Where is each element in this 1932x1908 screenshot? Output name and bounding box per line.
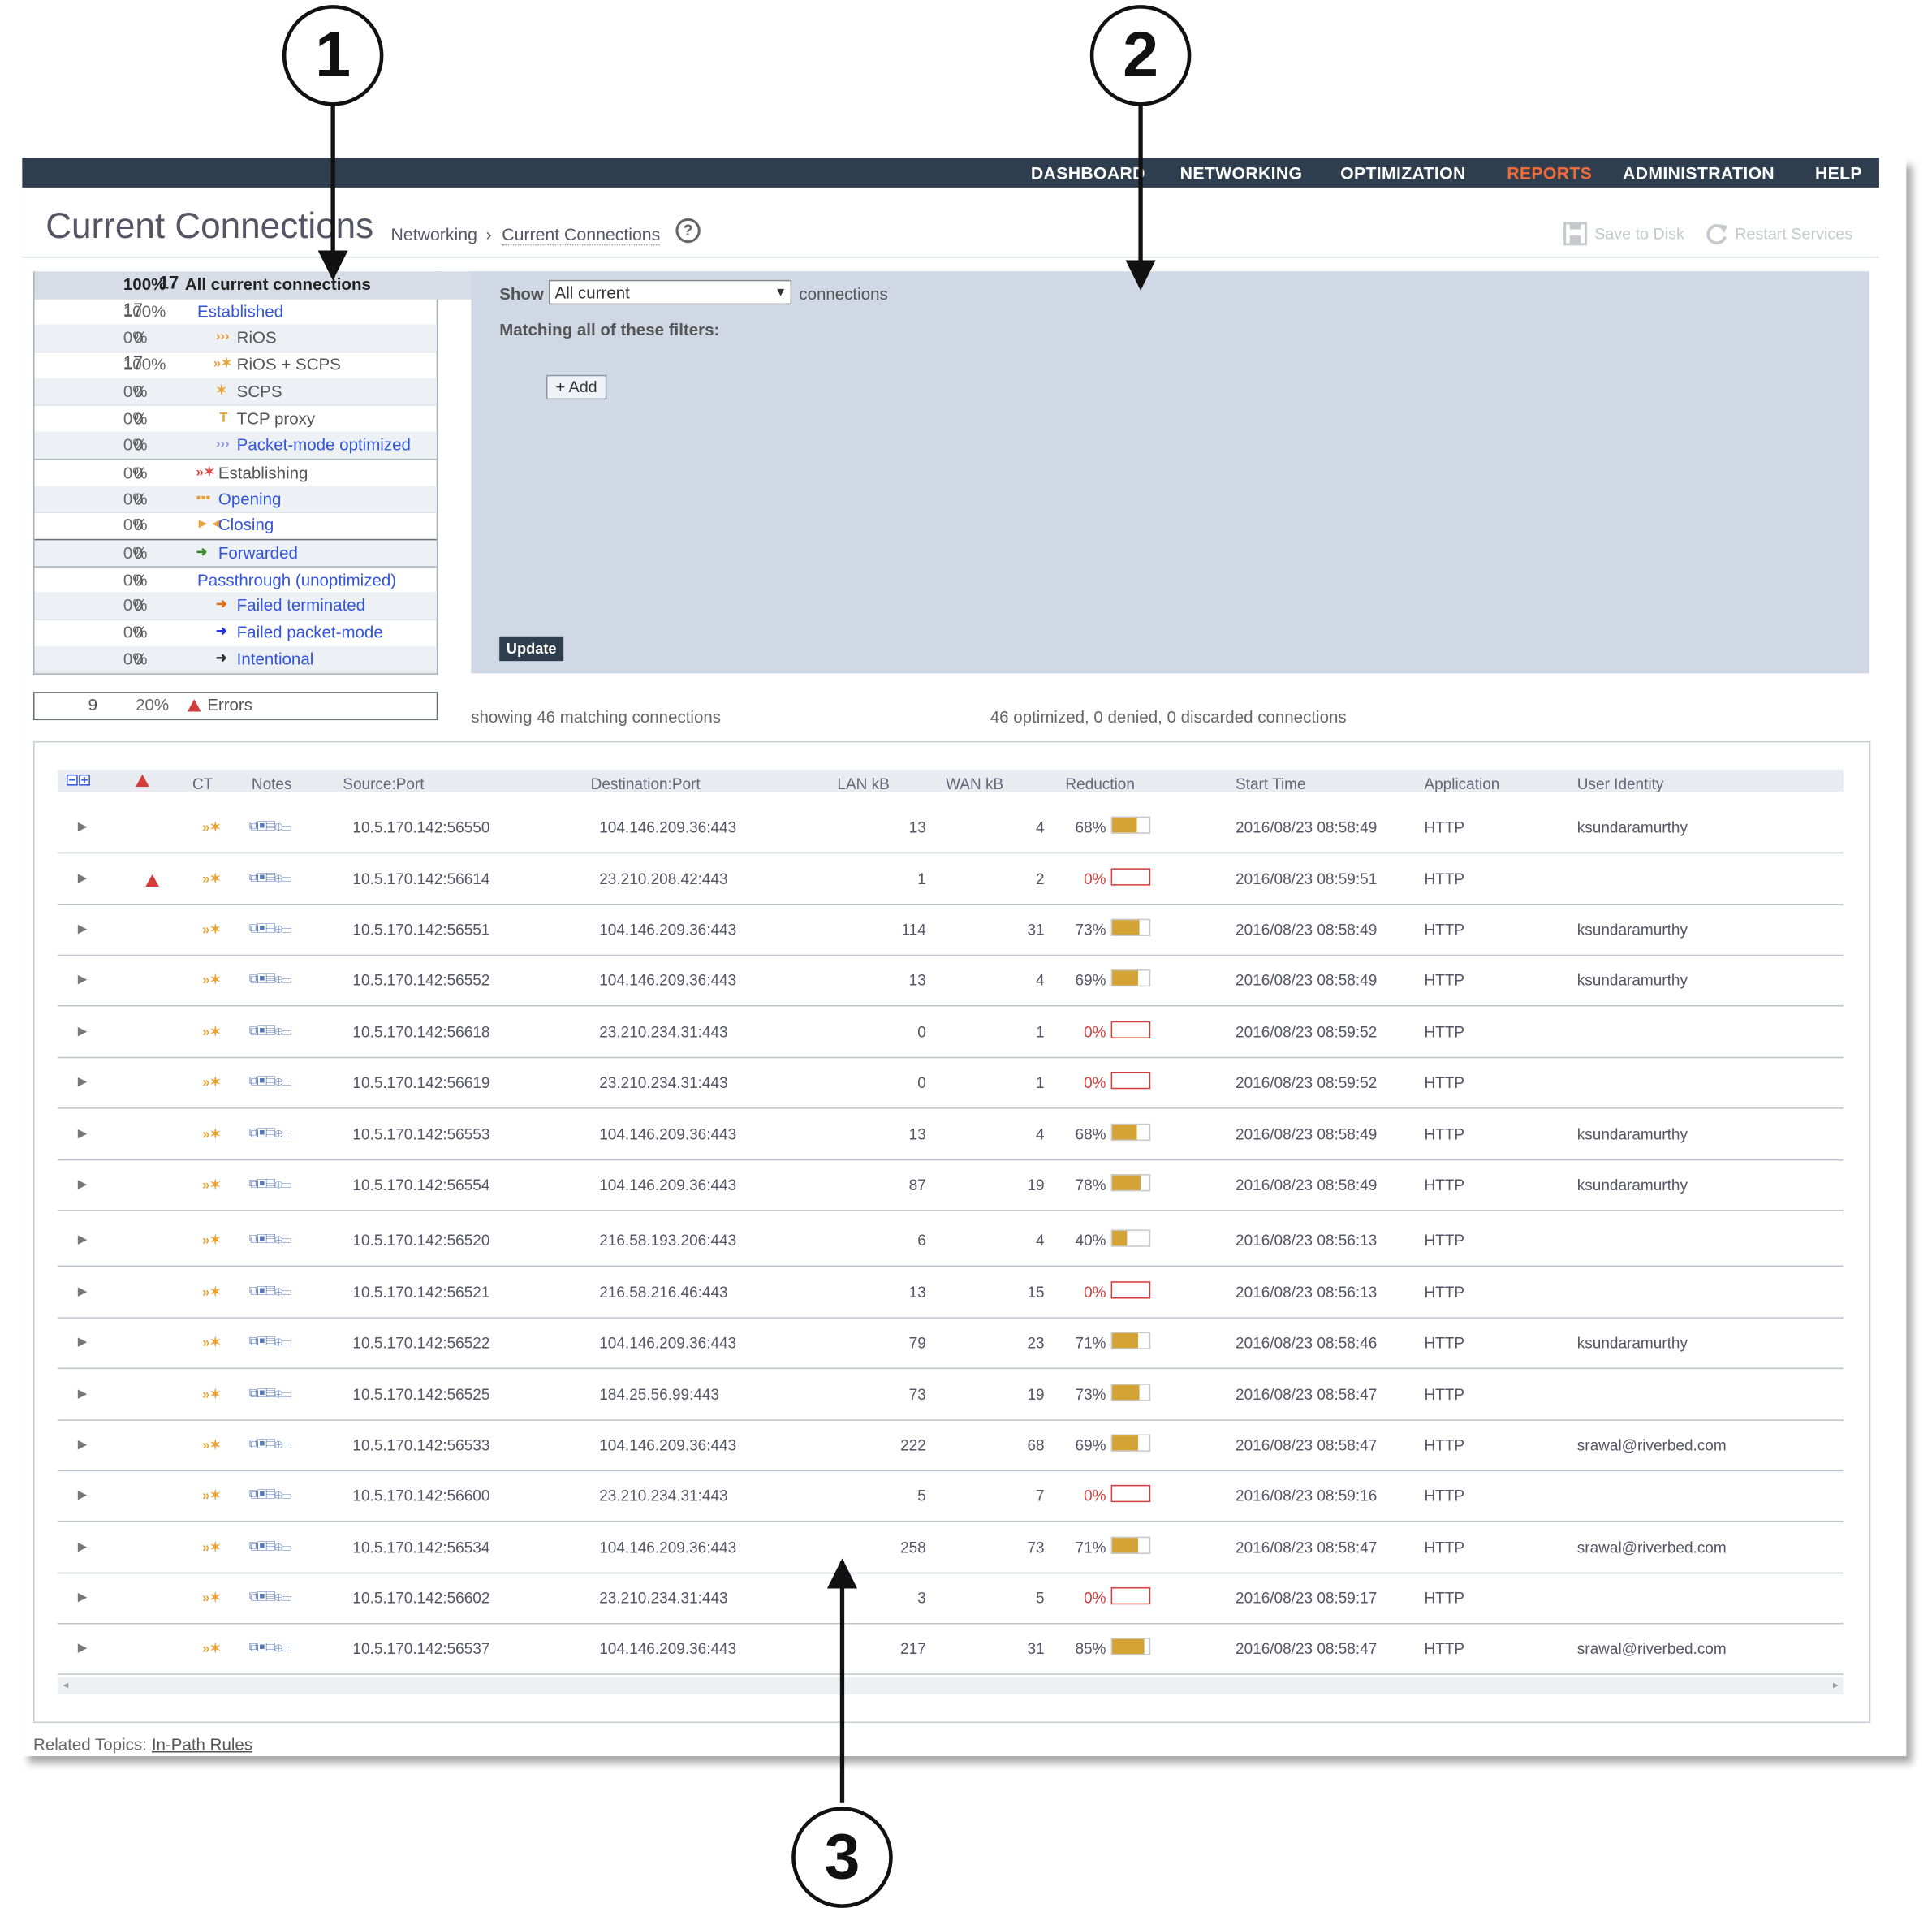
callout-arrows	[317, 103, 1156, 1803]
callout-3: 3	[791, 1807, 893, 1908]
callout-1: 1	[282, 5, 384, 106]
callout-2: 2	[1089, 5, 1192, 106]
